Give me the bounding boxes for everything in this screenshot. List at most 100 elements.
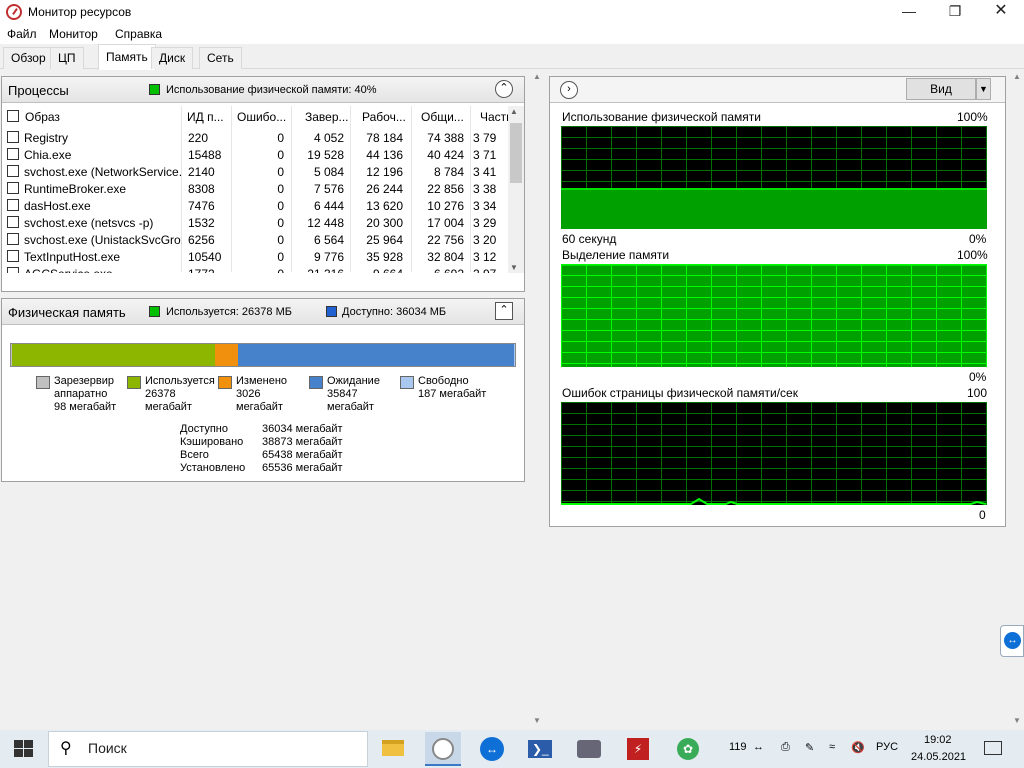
resource-monitor-task-icon[interactable] bbox=[425, 732, 461, 766]
col-commit[interactable]: Завер... bbox=[305, 110, 349, 124]
pen-icon[interactable]: ✎ bbox=[805, 741, 814, 754]
close-button[interactable]: ✕ bbox=[978, 0, 1024, 24]
table-row[interactable]: RuntimeBroker.exe 8308 0 7 576 26 244 22 856 3… bbox=[2, 180, 507, 197]
maximize-button[interactable]: ❐ bbox=[932, 0, 978, 24]
wifi-icon[interactable]: ≈ bbox=[829, 741, 835, 753]
teamviewer-side-icon[interactable]: ↔ bbox=[1000, 625, 1024, 657]
tab-cpu[interactable]: ЦП bbox=[50, 47, 84, 69]
process-value: 9 664 bbox=[353, 267, 403, 273]
process-value: 4 052 bbox=[313, 131, 344, 145]
process-value: 6 692 bbox=[414, 267, 464, 273]
select-all-checkbox[interactable] bbox=[7, 110, 19, 122]
process-value: 8308 bbox=[188, 182, 215, 196]
graph1-title: Использование физической памяти bbox=[562, 110, 762, 124]
process-value: 17 004 bbox=[427, 216, 464, 230]
row-checkbox[interactable] bbox=[7, 165, 19, 177]
process-scrollbar-thumb[interactable] bbox=[510, 123, 522, 183]
clock-time[interactable]: 19:02 bbox=[924, 734, 952, 746]
legend-swatch bbox=[400, 376, 414, 389]
table-row[interactable]: AGCService.exe 17720 21 316 9 664 6 692 2 97 bbox=[2, 265, 507, 273]
usb-icon[interactable]: ⎙ bbox=[781, 741, 790, 754]
table-row[interactable]: Registry 220 0 4 052 78 184 74 388 3 79 bbox=[2, 129, 507, 146]
view-dropdown-icon[interactable]: ▼ bbox=[976, 78, 991, 100]
search-placeholder[interactable]: Поиск bbox=[88, 740, 127, 756]
notifications-icon[interactable] bbox=[984, 741, 1002, 755]
legend-text: 187 мегабайт bbox=[418, 388, 487, 400]
scroll-down-icon[interactable]: ▼ bbox=[510, 263, 518, 272]
powershell-icon[interactable]: ❯_ bbox=[522, 732, 558, 766]
tab-memory[interactable]: Память bbox=[98, 44, 156, 70]
clock-date[interactable]: 24.05.2021 bbox=[911, 751, 966, 763]
process-value: 3 29 bbox=[473, 216, 497, 230]
minimize-button[interactable]: — bbox=[886, 0, 932, 24]
row-checkbox[interactable] bbox=[7, 216, 19, 228]
lightning-app-icon[interactable]: ⚡ bbox=[620, 732, 656, 766]
menu-monitor[interactable]: Монитор bbox=[49, 27, 98, 41]
app-icon[interactable] bbox=[571, 732, 607, 766]
scroll-down-icon[interactable]: ▼ bbox=[533, 716, 541, 725]
expand-graphs-icon[interactable]: › bbox=[560, 81, 578, 99]
process-value: 1772 bbox=[188, 267, 232, 273]
col-faults[interactable]: Ошибо... bbox=[237, 110, 286, 124]
process-value: 6256 bbox=[188, 233, 215, 247]
process-value: 10 276 bbox=[427, 199, 464, 213]
process-value: 3 20 bbox=[473, 233, 497, 247]
panel-scrollbar[interactable] bbox=[530, 70, 544, 730]
process-value: 0 bbox=[277, 131, 284, 145]
tray-text[interactable]: 119 bbox=[729, 741, 747, 753]
legend-swatch bbox=[127, 376, 141, 389]
available-label: Доступно: 36034 МБ bbox=[342, 306, 447, 318]
tab-network[interactable]: Сеть bbox=[199, 47, 242, 69]
graph3-min: 0 bbox=[979, 508, 986, 522]
table-row[interactable]: Chia.exe 15488 0 19 528 44 136 40 424 3 71 bbox=[2, 146, 507, 163]
menu-file[interactable]: Файл bbox=[7, 27, 37, 41]
row-checkbox[interactable] bbox=[7, 199, 19, 211]
chia-icon[interactable]: ✿ bbox=[670, 732, 706, 766]
table-row[interactable]: svchost.exe (NetworkService... 2140 0 5 084… bbox=[2, 163, 507, 180]
collapse-physical-icon[interactable]: ⌃ bbox=[495, 302, 513, 320]
legend-text: Ожидание bbox=[327, 375, 380, 387]
stat-value: 36034 мегабайт bbox=[262, 423, 343, 435]
collapse-processes-icon[interactable]: ⌃ bbox=[495, 80, 513, 98]
legend-swatch bbox=[309, 376, 323, 389]
legend-text: мегабайт bbox=[327, 401, 374, 413]
process-value: 9 776 bbox=[313, 250, 344, 264]
windows-start-icon[interactable] bbox=[14, 740, 34, 758]
process-value: 5 084 bbox=[313, 165, 344, 179]
col-working[interactable]: Рабоч... bbox=[362, 110, 406, 124]
process-value: 25 964 bbox=[366, 233, 403, 247]
volume-muted-icon[interactable]: 🔇 bbox=[851, 741, 865, 754]
row-checkbox[interactable] bbox=[7, 267, 19, 273]
language-indicator[interactable]: РУС bbox=[876, 741, 898, 753]
scroll-down-icon[interactable]: ▼ bbox=[1013, 716, 1021, 725]
file-explorer-icon[interactable] bbox=[376, 732, 412, 766]
teamviewer-tray-icon[interactable]: ↔ bbox=[753, 741, 764, 753]
process-value: 3 41 bbox=[473, 165, 497, 179]
process-value: 78 184 bbox=[366, 131, 403, 145]
row-checkbox[interactable] bbox=[7, 131, 19, 143]
col-image[interactable]: Образ bbox=[25, 110, 60, 124]
process-value: 12 196 bbox=[366, 165, 403, 179]
col-pid[interactable]: ИД п... bbox=[187, 110, 224, 124]
process-value: 3 12 bbox=[473, 250, 497, 264]
row-checkbox[interactable] bbox=[7, 250, 19, 262]
tab-overview[interactable]: Обзор bbox=[3, 47, 54, 69]
bar-in-use bbox=[11, 344, 215, 366]
table-row[interactable]: svchost.exe (netsvcs -p) 1532 0 12 448 20 30… bbox=[2, 214, 507, 231]
legend-text: 3026 bbox=[236, 388, 261, 400]
menu-help[interactable]: Справка bbox=[115, 27, 162, 41]
view-button[interactable]: Вид bbox=[906, 78, 976, 100]
physical-memory-title: Физическая память bbox=[8, 305, 126, 320]
table-row[interactable]: TextInputHost.exe 10540 0 9 776 35 928 32 804… bbox=[2, 248, 507, 265]
row-checkbox[interactable] bbox=[7, 233, 19, 245]
col-shared[interactable]: Общи... bbox=[421, 110, 464, 124]
scroll-up-icon[interactable]: ▲ bbox=[510, 107, 518, 116]
teamviewer-icon[interactable]: ↔ bbox=[474, 732, 510, 766]
row-checkbox[interactable] bbox=[7, 182, 19, 194]
tab-disk[interactable]: Диск bbox=[151, 47, 194, 69]
table-row[interactable]: svchost.exe (UnistackSvcGro... 6256 0 6 564… bbox=[2, 231, 507, 248]
scroll-up-icon[interactable]: ▲ bbox=[1013, 72, 1021, 81]
row-checkbox[interactable] bbox=[7, 148, 19, 160]
scroll-up-icon[interactable]: ▲ bbox=[533, 72, 541, 81]
table-row[interactable]: dasHost.exe 7476 0 6 444 13 620 10 276 3 34 bbox=[2, 197, 507, 214]
